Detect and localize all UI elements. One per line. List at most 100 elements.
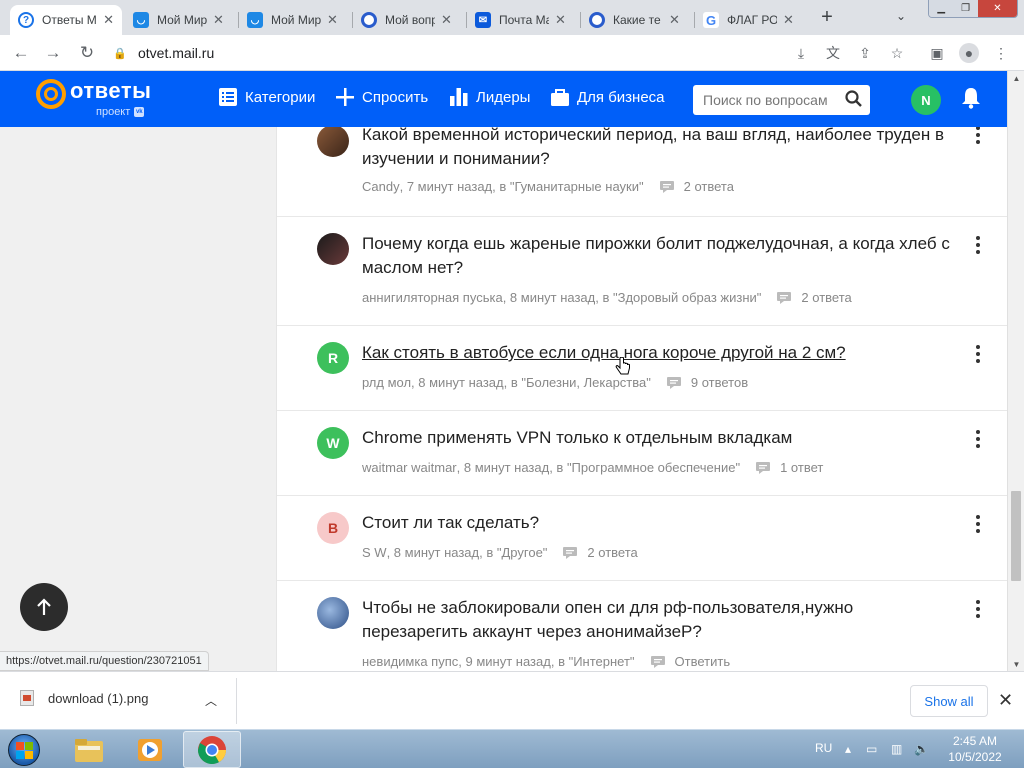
forward-icon[interactable]: → xyxy=(42,42,64,64)
question-category[interactable]: в "Программное обеспечение" xyxy=(556,460,740,475)
close-tab-icon[interactable]: ✕ xyxy=(103,12,114,28)
chevron-up-icon[interactable]: ︿ xyxy=(205,692,217,709)
close-window-button[interactable]: ✕ xyxy=(977,0,1017,17)
new-tab-button[interactable]: + xyxy=(815,6,839,29)
network-icon[interactable]: ▥ xyxy=(891,742,902,756)
tab-google[interactable]: G ФЛАГ РОССИИ ✕ xyxy=(695,5,807,35)
reload-icon[interactable]: ↻ xyxy=(76,42,98,64)
question-item[interactable]: Чтобы не заблокировали опен си для рф-по… xyxy=(277,581,1007,671)
chrome-taskbar-button[interactable] xyxy=(183,731,241,768)
close-tab-icon[interactable]: ✕ xyxy=(783,12,794,28)
nav-leaders[interactable]: Лидеры xyxy=(450,88,530,106)
restore-button[interactable]: ❐ xyxy=(953,0,978,17)
question-item[interactable]: Какой временной исторический период, на … xyxy=(277,127,1007,217)
clock[interactable]: 2:45 AM 10/5/2022 xyxy=(940,733,1010,765)
side-panel-icon[interactable]: ▣ xyxy=(927,43,947,63)
author-avatar[interactable]: B xyxy=(317,512,349,544)
close-tab-icon[interactable]: ✕ xyxy=(327,12,338,28)
scroll-to-top-button[interactable] xyxy=(20,583,68,631)
bell-icon[interactable] xyxy=(961,87,981,112)
more-options-icon[interactable] xyxy=(971,429,985,449)
tab-otvety[interactable]: ? Ответы Mail ✕ xyxy=(10,5,122,35)
tray-expand-icon[interactable]: ▴ xyxy=(845,742,851,756)
nav-business[interactable]: Для бизнеса xyxy=(551,88,665,106)
author-name[interactable]: Candy xyxy=(362,179,400,194)
translate-icon[interactable]: 文 xyxy=(823,43,843,63)
author-avatar[interactable] xyxy=(317,597,349,629)
answers-count[interactable]: 2 ответа xyxy=(777,290,852,305)
nav-ask[interactable]: Спросить xyxy=(336,88,428,106)
question-title[interactable]: Какой временной исторический период, на … xyxy=(362,127,962,171)
close-tab-icon[interactable]: ✕ xyxy=(213,12,224,28)
close-icon[interactable]: ✕ xyxy=(998,690,1013,711)
question-item[interactable]: Почему когда ешь жареные пирожки болит п… xyxy=(277,217,1007,326)
tab-mail[interactable]: ✉ Почта Mail ✕ xyxy=(467,5,579,35)
minimize-button[interactable]: ▁ xyxy=(929,0,954,17)
search-input[interactable] xyxy=(703,92,841,108)
question-item[interactable]: R Как стоять в автобусе если одна нога к… xyxy=(277,326,1007,411)
answers-count[interactable]: 2 ответа xyxy=(659,179,734,194)
media-player-taskbar-button[interactable] xyxy=(121,731,179,768)
author-name[interactable]: S W xyxy=(362,545,387,560)
device-icon[interactable]: ▭ xyxy=(866,742,877,756)
author-avatar[interactable]: W xyxy=(317,427,349,459)
start-button[interactable] xyxy=(4,731,44,769)
volume-icon[interactable]: 🔈 xyxy=(914,742,929,756)
question-item[interactable]: W Chrome применять VPN только к отдельны… xyxy=(277,411,1007,496)
more-options-icon[interactable] xyxy=(971,599,985,619)
question-category[interactable]: в "Другое" xyxy=(486,545,547,560)
tab-mymir-2[interactable]: ◡ Мой Мир ✕ xyxy=(239,5,351,35)
question-title[interactable]: Чтобы не заблокировали опен си для рф-по… xyxy=(362,596,962,644)
nav-categories[interactable]: Категории xyxy=(219,88,315,106)
back-icon[interactable]: ← xyxy=(10,42,32,64)
answer-link[interactable]: Ответить xyxy=(650,654,730,669)
tab-mymir-1[interactable]: ◡ Мой Мир ✕ xyxy=(125,5,237,35)
question-category[interactable]: в "Гуманитарные науки" xyxy=(499,179,643,194)
scrollbar-thumb[interactable] xyxy=(1011,491,1021,581)
question-category[interactable]: в "Интернет" xyxy=(558,654,634,669)
author-name[interactable]: waitmar waitmar xyxy=(362,460,457,475)
more-options-icon[interactable] xyxy=(971,514,985,534)
scroll-up-icon[interactable]: ▲ xyxy=(1008,71,1024,85)
menu-kebab-icon[interactable]: ⋮ xyxy=(991,43,1011,63)
page-scrollbar[interactable]: ▲ ▼ xyxy=(1007,71,1024,671)
install-icon[interactable]: ⤓ xyxy=(791,43,811,63)
close-tab-icon[interactable]: ✕ xyxy=(669,12,680,28)
show-all-button[interactable]: Show all xyxy=(910,685,988,717)
author-avatar[interactable]: R xyxy=(317,342,349,374)
search-icon[interactable] xyxy=(845,90,862,110)
bar-chart-icon xyxy=(450,88,468,106)
user-avatar[interactable]: N xyxy=(911,85,941,115)
author-name[interactable]: аннигиляторная пуська xyxy=(362,290,503,305)
author-avatar[interactable] xyxy=(317,127,349,157)
more-options-icon[interactable] xyxy=(971,127,985,145)
answers-count[interactable]: 1 ответ xyxy=(756,460,823,475)
question-title[interactable]: Как стоять в автобусе если одна нога кор… xyxy=(362,341,962,365)
tab-search-icon[interactable]: ⌄ xyxy=(896,9,906,23)
question-title[interactable]: Стоит ли так сделать? xyxy=(362,511,962,535)
more-options-icon[interactable] xyxy=(971,344,985,364)
author-name[interactable]: невидимка пупс xyxy=(362,654,458,669)
language-indicator[interactable]: RU xyxy=(815,741,832,755)
author-name[interactable]: рлд мол xyxy=(362,375,411,390)
question-title[interactable]: Chrome применять VPN только к отдельным … xyxy=(362,426,962,450)
close-tab-icon[interactable]: ✕ xyxy=(555,12,566,28)
answers-count[interactable]: 9 ответов xyxy=(666,375,748,390)
download-item[interactable]: download (1).png xyxy=(20,690,148,706)
bookmark-star-icon[interactable]: ☆ xyxy=(887,43,907,63)
author-avatar[interactable] xyxy=(317,233,349,265)
lock-icon[interactable]: 🔒 xyxy=(112,47,128,60)
scroll-down-icon[interactable]: ▼ xyxy=(1008,657,1024,671)
question-item[interactable]: B Стоит ли так сделать? S W, 8 минут наз… xyxy=(277,496,1007,581)
tab-my-question[interactable]: Мой вопрос ✕ xyxy=(353,5,465,35)
explorer-taskbar-button[interactable] xyxy=(60,731,118,768)
tab-kakie[interactable]: Какие те ✕ xyxy=(581,5,693,35)
answers-count[interactable]: 2 ответа xyxy=(563,545,638,560)
question-title[interactable]: Почему когда ешь жареные пирожки болит п… xyxy=(362,232,962,280)
profile-icon[interactable]: ● xyxy=(959,43,979,63)
address-bar[interactable]: 🔒 otvet.mail.ru xyxy=(112,40,824,66)
share-icon[interactable]: ⇪ xyxy=(855,43,875,63)
close-tab-icon[interactable]: ✕ xyxy=(441,12,452,28)
more-options-icon[interactable] xyxy=(971,235,985,255)
question-category[interactable]: в "Здоровый образ жизни" xyxy=(602,290,761,305)
